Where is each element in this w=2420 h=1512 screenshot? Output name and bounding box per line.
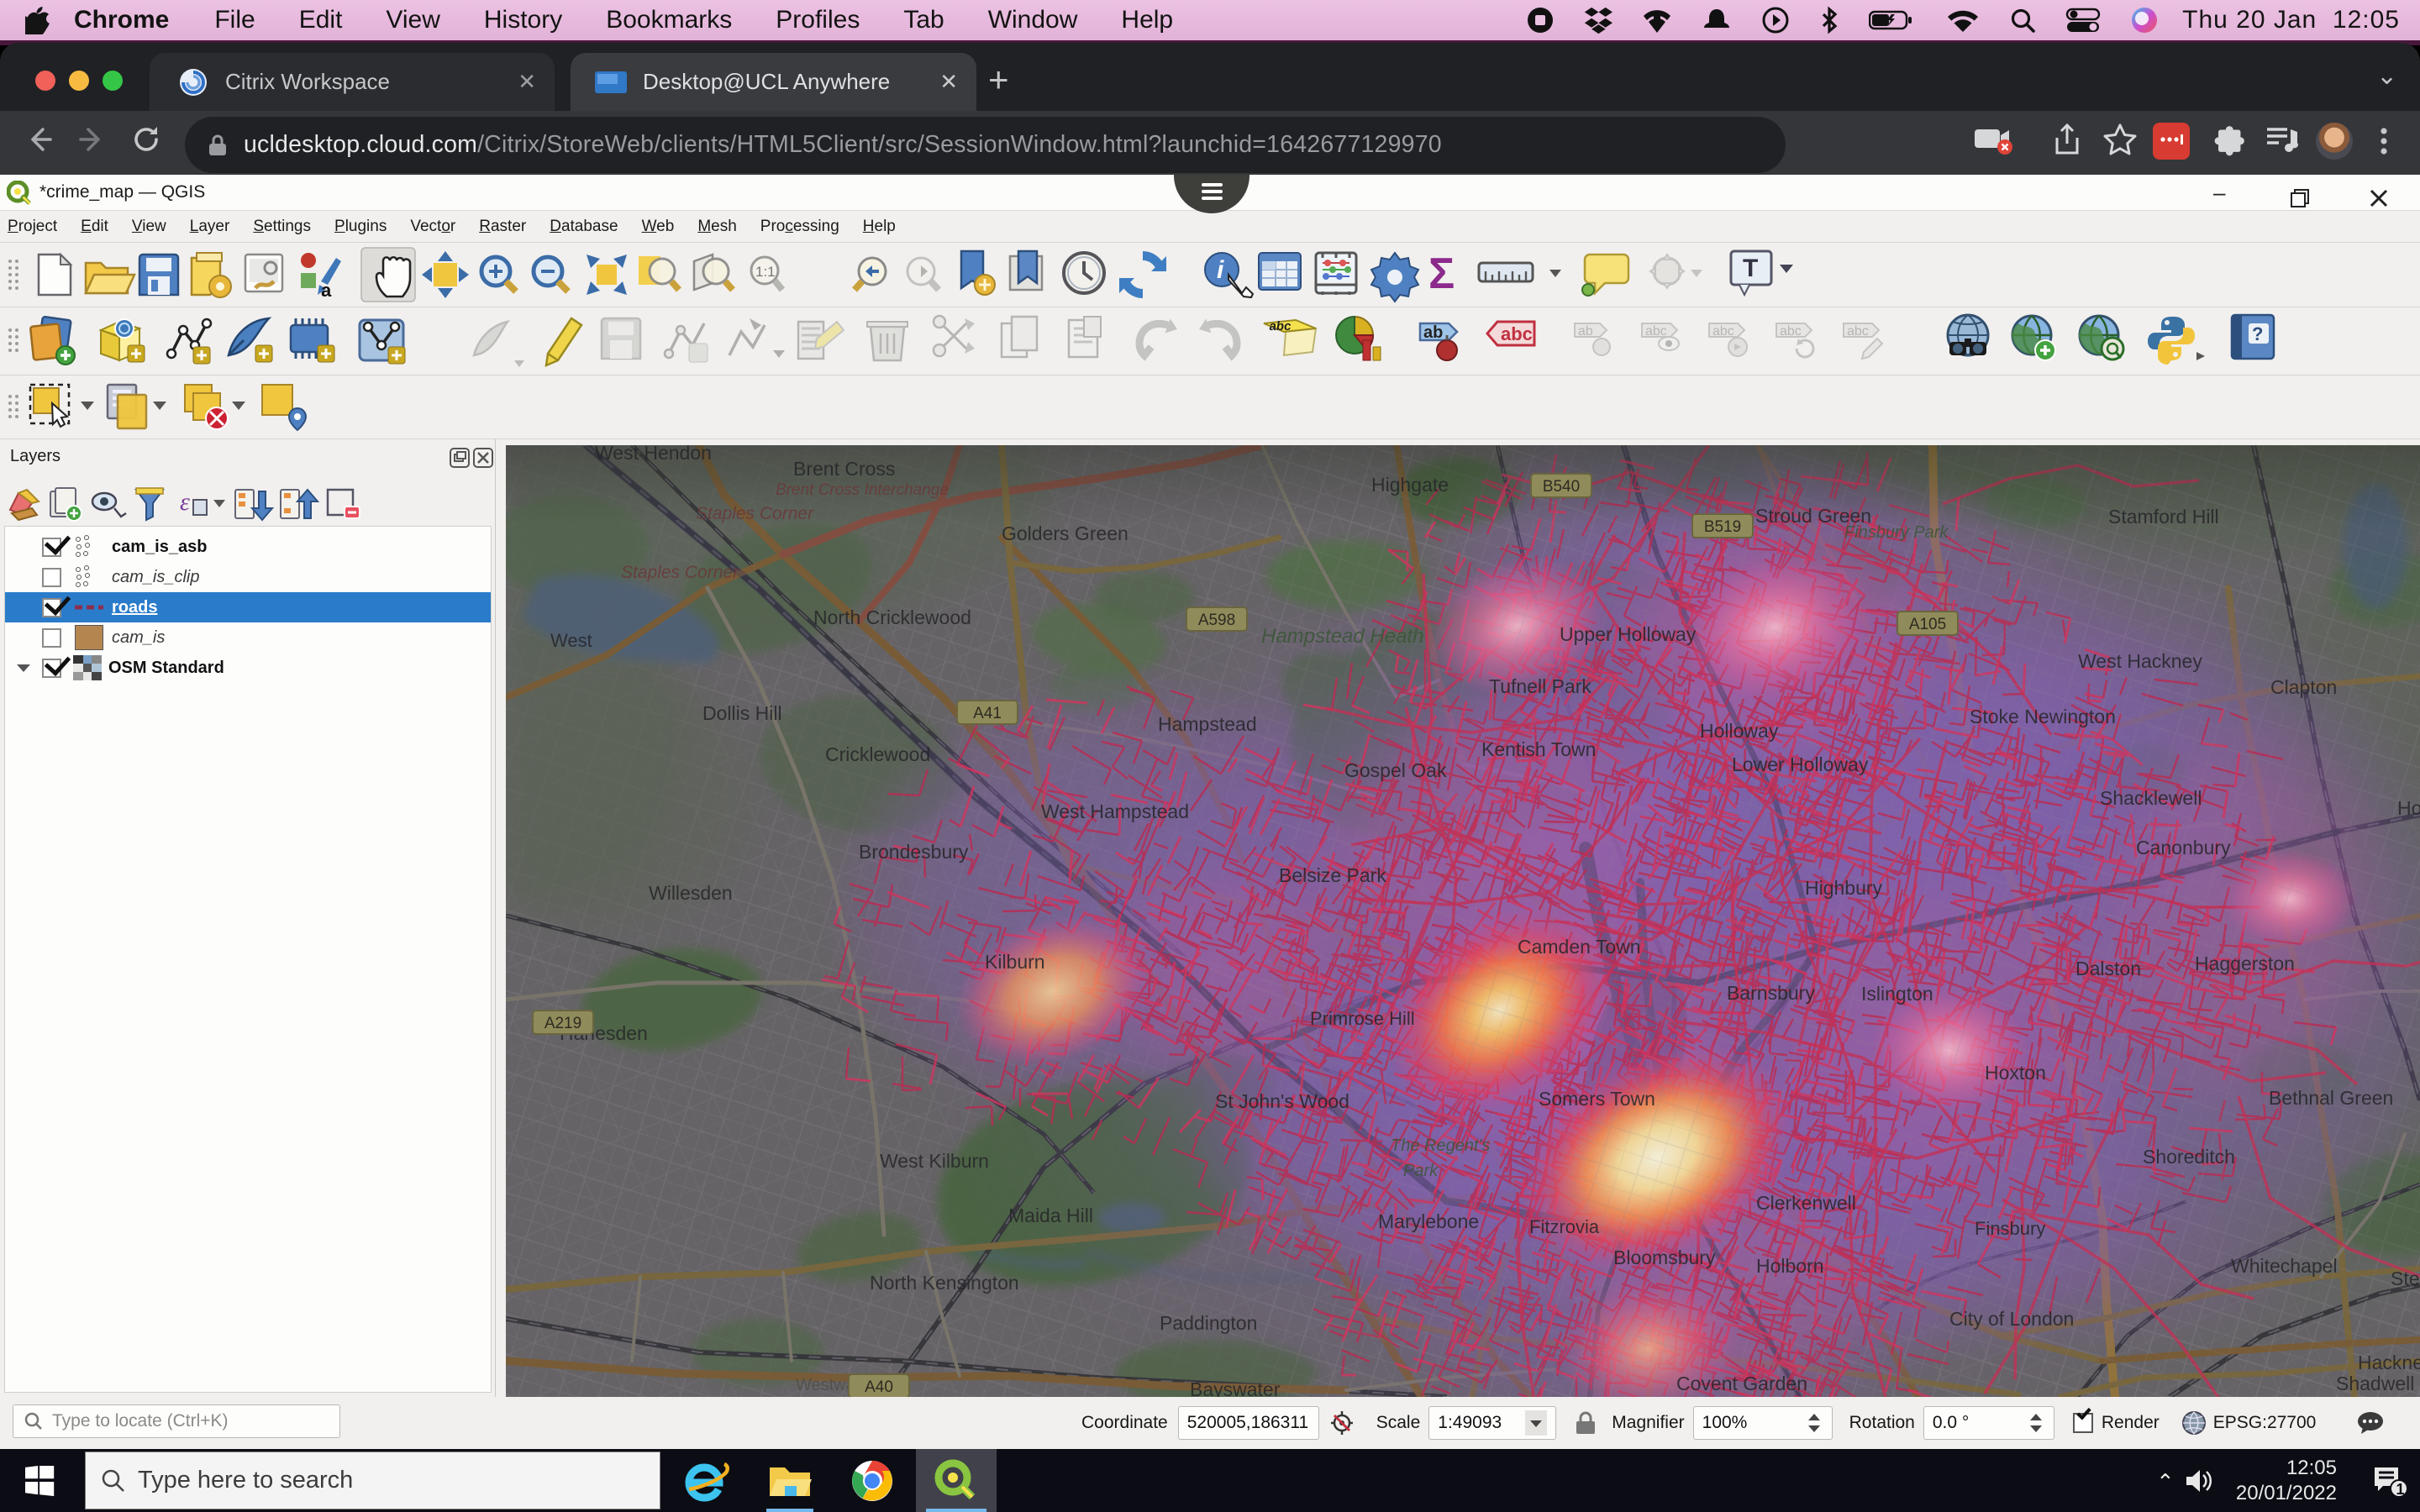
svg-text:ab: ab bbox=[1578, 324, 1593, 339]
svg-text:Σ: Σ bbox=[1428, 249, 1455, 298]
svg-text:abc: abc bbox=[1501, 323, 1533, 344]
svg-text:T: T bbox=[1743, 255, 1758, 282]
svg-text:ε: ε bbox=[180, 488, 190, 516]
svg-text:1: 1 bbox=[2396, 1481, 2405, 1498]
svg-text:abc: abc bbox=[1847, 324, 1869, 339]
svg-text:abc: abc bbox=[1780, 324, 1802, 339]
svg-text:a: a bbox=[321, 280, 332, 301]
svg-text:abc: abc bbox=[1712, 324, 1734, 339]
svg-text:i: i bbox=[1217, 256, 1224, 284]
svg-text:abc: abc bbox=[1645, 324, 1667, 339]
svg-text:?: ? bbox=[2252, 323, 2263, 344]
svg-text:ab: ab bbox=[1423, 323, 1443, 342]
svg-text:1:1: 1:1 bbox=[755, 264, 776, 280]
